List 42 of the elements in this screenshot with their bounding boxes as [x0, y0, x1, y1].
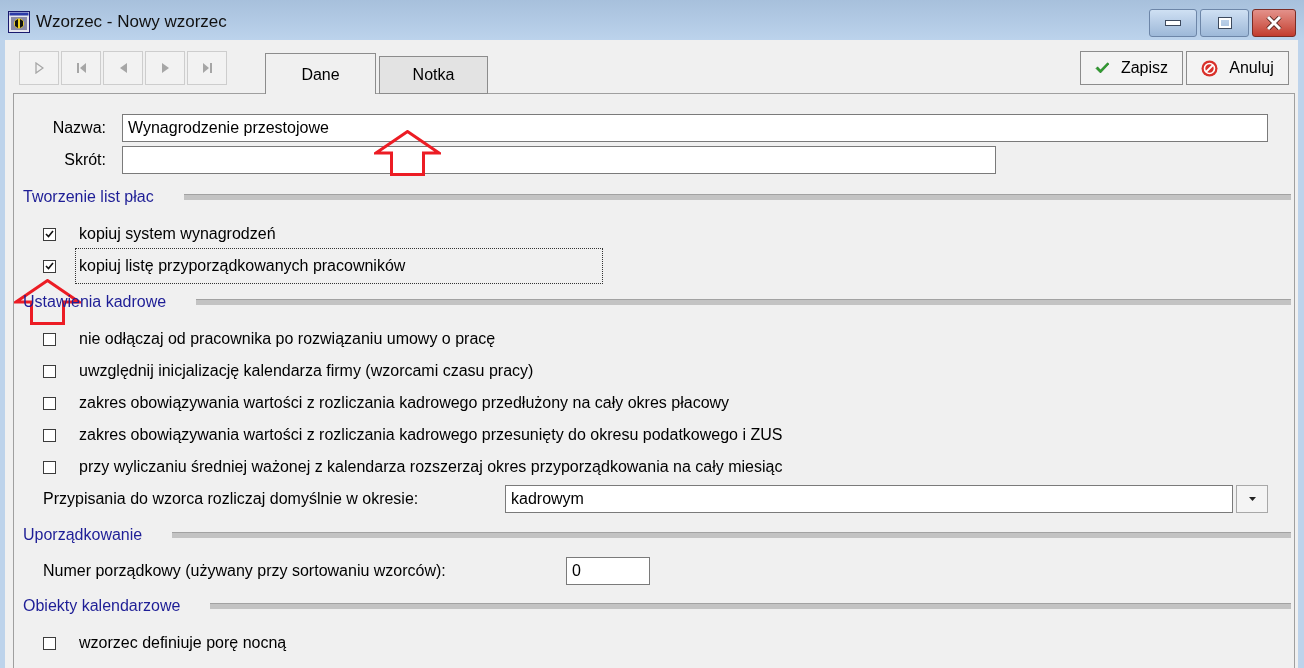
- annotation-arrow: [374, 130, 441, 176]
- prohibited-icon: [1201, 59, 1219, 77]
- number-field[interactable]: 0: [566, 557, 650, 585]
- checkbox[interactable]: [43, 460, 56, 474]
- close-button[interactable]: [1252, 9, 1296, 37]
- text-field[interactable]: Wynagrodzenie przestojowe: [122, 114, 1268, 142]
- checkbox[interactable]: [43, 428, 56, 442]
- checkbox[interactable]: [43, 364, 56, 378]
- save-button[interactable]: Zapisz: [1080, 51, 1183, 85]
- checkbox[interactable]: [43, 396, 56, 410]
- triangle-right-icon: [161, 62, 169, 74]
- section-heading: Obiekty kalendarzowe: [23, 596, 181, 616]
- period-dropdown[interactable]: kadrowym: [505, 485, 1233, 513]
- checkbox-label[interactable]: wzorzec definiuje porę nocną: [75, 625, 291, 661]
- tab[interactable]: Notka: [379, 56, 488, 94]
- skip-back-icon: [76, 62, 86, 74]
- skip-forward-icon: [202, 62, 212, 74]
- cancel-button[interactable]: Anuluj: [1186, 51, 1289, 85]
- app-icon: [8, 10, 30, 33]
- text-field[interactable]: [122, 146, 996, 174]
- checkbox[interactable]: [43, 259, 56, 273]
- triangle-left-icon: [119, 62, 127, 74]
- close-icon: [1266, 16, 1282, 30]
- field-label: Nazwa:: [51, 118, 106, 138]
- field-label: Skrót:: [63, 150, 106, 170]
- window-title: Wzorzec - Nowy wzorzec: [36, 10, 227, 33]
- field-label: Przypisania do wzorca rozliczaj domyślnie w okresie:: [43, 489, 420, 509]
- checkbox-label[interactable]: kopiuj listę przyporządkowanych pracowników: [75, 248, 603, 284]
- section-heading: Uporządkowanie: [23, 525, 143, 545]
- triangle-outline-icon: [34, 62, 44, 74]
- checkmark-icon: [1094, 62, 1110, 74]
- maximize-icon: [1217, 17, 1232, 29]
- tab[interactable]: Dane: [265, 53, 376, 94]
- minimize-button[interactable]: [1149, 9, 1197, 37]
- maximize-button[interactable]: [1200, 9, 1249, 37]
- field-label: Numer porządkowy (używany przy sortowaniu wzorców):: [43, 561, 447, 581]
- minimize-icon: [1165, 20, 1181, 26]
- caret-down-icon: [1248, 497, 1256, 501]
- checkbox[interactable]: [43, 636, 56, 650]
- checkbox[interactable]: [43, 227, 56, 241]
- checkbox[interactable]: [43, 332, 56, 346]
- section-heading: Tworzenie list płac: [23, 187, 154, 207]
